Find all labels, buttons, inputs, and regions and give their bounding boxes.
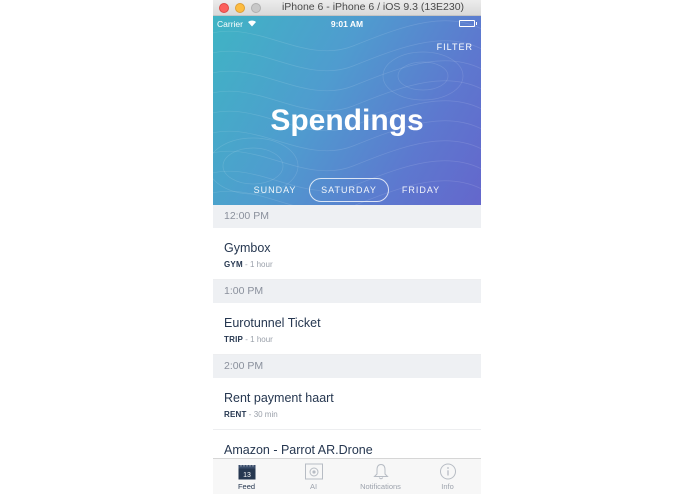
zoom-window-button[interactable] bbox=[251, 3, 261, 13]
spending-meta: RENT - 30 min bbox=[224, 410, 278, 419]
day-tab-saturday-selected[interactable]: SATURDAY bbox=[309, 178, 389, 202]
window-titlebar: iPhone 6 - iPhone 6 / iOS 9.3 (13E230) bbox=[213, 0, 481, 16]
time-section-header: 12:00 PM bbox=[213, 205, 481, 228]
spending-title: Rent payment haart bbox=[224, 391, 334, 405]
window-title: iPhone 6 - iPhone 6 / iOS 9.3 (13E230) bbox=[281, 1, 465, 13]
spending-row[interactable]: Amazon - Parrot AR.Drone bbox=[213, 430, 481, 458]
time-section-header: 2:00 PM bbox=[213, 355, 481, 378]
camera-icon bbox=[304, 463, 323, 480]
tab-info[interactable]: Info bbox=[414, 459, 481, 494]
spendings-feed[interactable]: 12:00 PM Gymbox GYM - 1 hour 1:00 PM Eur… bbox=[213, 205, 481, 458]
status-bar: Carrier 9:01 AM bbox=[213, 16, 481, 32]
spending-category: RENT bbox=[224, 410, 247, 419]
bell-icon bbox=[372, 463, 389, 480]
page-title: Spendings bbox=[270, 104, 424, 137]
tab-label: Feed bbox=[237, 482, 256, 491]
spending-title: Amazon - Parrot AR.Drone bbox=[224, 443, 373, 457]
spending-row[interactable]: Gymbox GYM - 1 hour bbox=[213, 228, 481, 280]
spending-title: Gymbox bbox=[224, 241, 271, 255]
info-icon bbox=[439, 463, 456, 480]
spending-duration: 30 min bbox=[253, 410, 278, 419]
time-section-header: 1:00 PM bbox=[213, 280, 481, 303]
minimize-window-button[interactable] bbox=[235, 3, 245, 13]
status-time: 9:01 AM bbox=[330, 19, 364, 29]
calendar-badge: 13 bbox=[243, 472, 251, 479]
simulator-window: iPhone 6 - iPhone 6 / iOS 9.3 (13E230) C… bbox=[213, 0, 481, 494]
spending-category: TRIP bbox=[224, 335, 244, 344]
day-selector: SUNDAY SATURDAY FRIDAY bbox=[213, 178, 481, 202]
tab-feed[interactable]: 13 Feed bbox=[213, 459, 280, 494]
tab-label: Notifications bbox=[360, 482, 401, 491]
spending-row[interactable]: Eurotunnel Ticket TRIP - 1 hour bbox=[213, 303, 481, 355]
tab-ai[interactable]: AI bbox=[280, 459, 347, 494]
spending-duration: 1 hour bbox=[250, 335, 273, 344]
spending-title: Eurotunnel Ticket bbox=[224, 316, 321, 330]
day-tab-friday[interactable]: FRIDAY bbox=[393, 178, 449, 202]
tab-bar: 13 Feed AI Notifications Info bbox=[213, 458, 481, 494]
tab-notifications[interactable]: Notifications bbox=[347, 459, 414, 494]
spending-duration: 1 hour bbox=[249, 260, 273, 269]
spending-category: GYM bbox=[224, 260, 243, 269]
tab-label: Info bbox=[441, 482, 454, 491]
filter-button[interactable]: FILTER bbox=[437, 42, 473, 52]
battery-icon bbox=[459, 20, 477, 27]
spending-meta: TRIP - 1 hour bbox=[224, 335, 273, 344]
tab-label: AI bbox=[309, 482, 318, 491]
spendings-header: Carrier 9:01 AM FILTER Spendings SUNDAY … bbox=[213, 16, 481, 205]
spending-meta: GYM - 1 hour bbox=[224, 260, 273, 269]
close-window-button[interactable] bbox=[219, 3, 229, 13]
calendar-icon: 13 bbox=[238, 463, 255, 480]
app-screen: Carrier 9:01 AM FILTER Spendings SUNDAY … bbox=[213, 16, 481, 494]
spending-row[interactable]: Rent payment haart RENT - 30 min bbox=[213, 378, 481, 430]
day-tab-sunday[interactable]: SUNDAY bbox=[246, 178, 304, 202]
